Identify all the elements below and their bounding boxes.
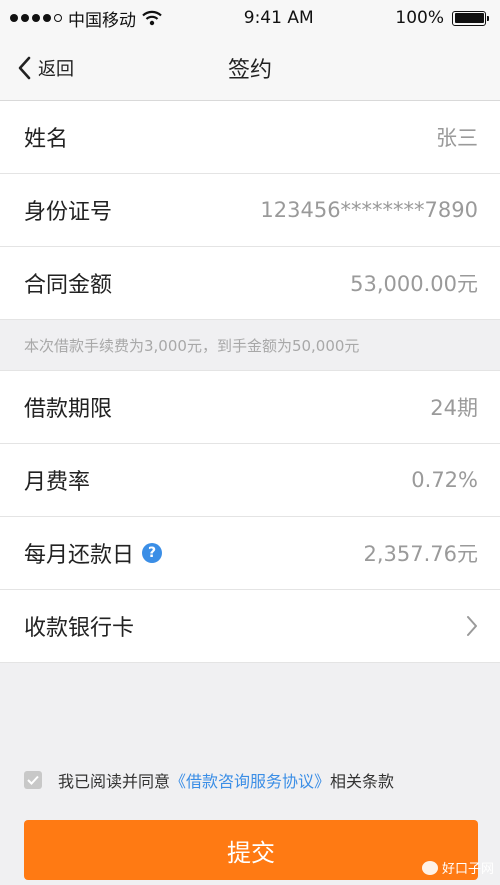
agreement-link[interactable]: 《借款咨询服务协议》	[170, 768, 330, 792]
row-contract-amount: 合同金额 53,000.00元	[0, 247, 500, 320]
row-value: 0.72%	[411, 468, 478, 492]
row-label: 收款银行卡	[24, 616, 135, 641]
row-name: 姓名 张三	[0, 101, 500, 174]
row-label-with-help: 每月还款日 ?	[24, 537, 163, 569]
chevron-left-icon	[18, 56, 31, 80]
status-right: 100%	[395, 8, 489, 28]
row-loan-term: 借款期限 24期	[0, 371, 500, 444]
page-title: 签约	[227, 58, 272, 83]
agreement-row: 我已阅读并同意 《借款咨询服务协议》 相关条款	[0, 762, 500, 798]
row-label: 身份证号	[24, 200, 113, 225]
row-value: 53,000.00元	[350, 272, 478, 296]
nav-bar: 返回 签约	[0, 36, 500, 101]
submit-button[interactable]: 提交	[24, 820, 478, 880]
row-label: 月费率	[24, 470, 91, 495]
watermark-text: 好口子网	[441, 862, 494, 877]
info-list-top: 姓名 张三 身份证号 123456********7890 合同金额 53,00…	[0, 101, 500, 320]
status-time: 9:41 AM	[243, 8, 314, 28]
status-left: 中国移动	[10, 6, 162, 31]
chevron-right-icon	[467, 616, 477, 636]
row-id-number: 身份证号 123456********7890	[0, 174, 500, 247]
watermark: 好口子网	[421, 858, 494, 877]
wechat-icon	[421, 860, 438, 875]
fee-note: 本次借款手续费为3,000元，到手金额为50,000元	[0, 320, 500, 371]
check-icon	[27, 775, 39, 785]
row-bank-card[interactable]: 收款银行卡	[0, 590, 500, 663]
row-value: 2,357.76元	[363, 542, 478, 566]
back-button[interactable]: 返回	[18, 36, 74, 100]
wifi-icon	[142, 10, 162, 26]
row-monthly-rate: 月费率 0.72%	[0, 444, 500, 517]
signal-strength-icon	[10, 14, 62, 22]
agreement-suffix: 相关条款	[330, 772, 395, 791]
back-label: 返回	[38, 59, 74, 80]
info-list-bottom: 借款期限 24期 月费率 0.72% 每月还款日 ? 2,357.76元 收款银…	[0, 371, 500, 663]
battery-icon	[452, 10, 489, 26]
row-label: 姓名	[24, 127, 69, 152]
row-value: 24期	[430, 396, 478, 420]
carrier-name: 中国移动	[68, 10, 136, 31]
row-label: 借款期限	[24, 397, 113, 422]
row-label-text: 每月还款日	[24, 543, 135, 568]
row-label: 合同金额	[24, 273, 113, 298]
row-repayment-day: 每月还款日 ? 2,357.76元	[0, 517, 500, 590]
row-value: 123456********7890	[260, 198, 478, 222]
battery-percent: 100%	[395, 8, 444, 28]
agreement-checkbox[interactable]	[24, 771, 42, 789]
row-value: 张三	[436, 126, 478, 150]
status-bar: 中国移动 9:41 AM 100%	[0, 0, 500, 36]
agreement-prefix: 我已阅读并同意	[58, 772, 171, 791]
help-icon[interactable]: ?	[142, 543, 163, 563]
